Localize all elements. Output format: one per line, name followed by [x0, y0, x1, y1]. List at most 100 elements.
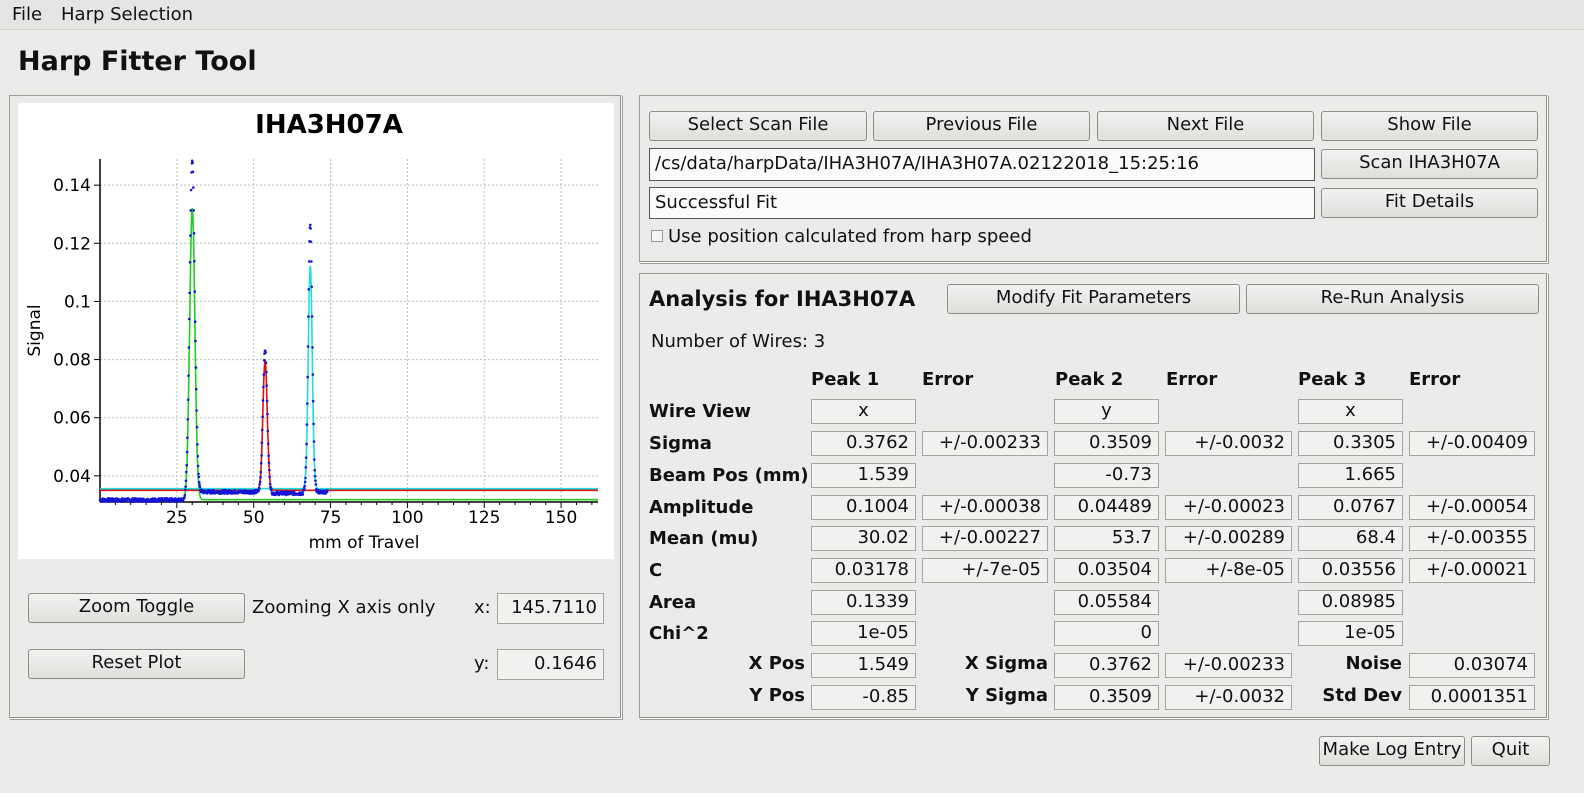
x-pos-label: X Pos	[748, 653, 805, 674]
fit-details-button[interactable]: Fit Details	[1321, 188, 1538, 218]
data-point	[258, 483, 261, 486]
std-dev-label: Std Dev	[1322, 685, 1402, 706]
scan-button[interactable]: Scan IHA3H07A	[1321, 149, 1538, 179]
value-cell: 0.08985	[1298, 590, 1403, 615]
select-scan-file-button[interactable]: Select Scan File	[649, 111, 867, 141]
data-point	[191, 170, 195, 174]
data-point	[196, 443, 199, 446]
data-point	[193, 290, 197, 293]
chart-title: IHA3H07A	[255, 110, 403, 140]
data-point	[303, 487, 306, 491]
data-point	[183, 493, 187, 497]
reset-plot-button[interactable]: Reset Plot	[28, 649, 245, 679]
x-sigma-label: X Sigma	[964, 653, 1048, 674]
data-point	[197, 480, 201, 484]
wire-count-label: Number of Wires: 3	[651, 331, 826, 352]
data-point	[191, 161, 194, 165]
row-label: Sigma	[649, 433, 712, 454]
data-point	[268, 468, 271, 472]
harp-chart[interactable]: IHA3H07A 25 50 75 100 125 150 0.04 0.06 0.08 0.1 0.…	[18, 103, 614, 559]
x-coord-label: x:	[474, 597, 491, 618]
data-point	[197, 472, 200, 476]
data-point	[185, 450, 189, 454]
data-point	[186, 436, 189, 440]
error-cell: +/-0.0032	[1165, 431, 1292, 456]
data-point	[195, 425, 199, 429]
data-point	[192, 209, 195, 212]
data-point	[267, 461, 271, 465]
data-point	[268, 475, 271, 479]
chart-area[interactable]: IHA3H07A 25 50 75 100 125 150 0.04 0.06 0.08 0.1 0.…	[18, 103, 614, 559]
data-point	[312, 422, 315, 426]
header-peak-3: Peak 3	[1298, 369, 1367, 390]
y-tick-label: 0.04	[53, 467, 91, 487]
previous-file-button[interactable]: Previous File	[873, 111, 1090, 141]
data-point	[313, 458, 316, 461]
value-cell: 53.7	[1054, 526, 1159, 551]
file-path-field[interactable]: /cs/data/harpData/IHA3H07A/IHA3H07A.0212…	[649, 148, 1315, 181]
data-point	[187, 346, 191, 349]
y-tick-label: 0.12	[53, 234, 91, 254]
data-point	[259, 461, 263, 465]
make-log-entry-button[interactable]: Make Log Entry	[1319, 736, 1465, 766]
modify-fit-parameters-button[interactable]: Modify Fit Parameters	[947, 284, 1240, 314]
data-point	[265, 370, 268, 374]
y-tick-label: 0.08	[53, 351, 91, 371]
row-label: Mean (mu)	[649, 528, 759, 549]
fit-curve	[100, 265, 598, 490]
data-point	[304, 476, 307, 480]
data-point	[189, 234, 192, 237]
data-point	[193, 320, 197, 323]
data-point	[264, 361, 268, 365]
value-cell: 0.1339	[811, 590, 916, 615]
data-point	[265, 399, 269, 403]
show-file-button[interactable]: Show File	[1321, 111, 1538, 141]
data-point	[258, 480, 262, 484]
data-point	[192, 232, 196, 235]
data-point	[187, 374, 190, 378]
quit-button[interactable]: Quit	[1471, 736, 1550, 766]
data-point	[306, 375, 310, 379]
x-sigma-value: 0.3762	[1054, 653, 1159, 678]
y-coord-value: 0.1646	[497, 649, 604, 680]
data-point	[262, 373, 266, 376]
fit-status-field: Successful Fit	[649, 187, 1315, 219]
data-point	[198, 485, 202, 489]
data-point	[262, 358, 266, 362]
data-point	[313, 475, 317, 478]
menu-file[interactable]: File	[12, 4, 42, 25]
data-point	[310, 315, 314, 318]
app-title: Harp Fitter Tool	[18, 46, 257, 77]
zoom-mode-label: Zooming X axis only	[252, 597, 436, 618]
data-point	[301, 493, 305, 496]
fit-curve	[100, 207, 598, 501]
value-cell: 0.05584	[1054, 590, 1159, 615]
menu-bar: File Harp Selection	[0, 0, 1584, 30]
data-point	[261, 428, 264, 432]
data-point	[258, 487, 261, 491]
data-point	[195, 409, 198, 412]
zoom-toggle-button[interactable]: Zoom Toggle	[28, 593, 245, 623]
data-point	[305, 442, 308, 446]
data-point	[303, 484, 307, 488]
data-point	[325, 490, 329, 493]
rerun-analysis-button[interactable]: Re-Run Analysis	[1246, 284, 1539, 314]
data-point	[313, 469, 317, 472]
value-cell: x	[1298, 399, 1403, 424]
next-file-button[interactable]: Next File	[1097, 111, 1314, 141]
row-label: Amplitude	[649, 497, 754, 518]
x-axis-label: mm of Travel	[309, 533, 420, 553]
data-point	[196, 454, 200, 458]
data-point	[194, 366, 198, 369]
data-point	[267, 454, 270, 458]
data-point	[260, 454, 263, 457]
noise-value: 0.03074	[1409, 653, 1535, 678]
y-pos-value: -0.85	[811, 685, 916, 710]
data-point	[197, 475, 201, 479]
row-label: Beam Pos (mm)	[649, 465, 809, 486]
data-point	[311, 399, 315, 403]
menu-harp-selection[interactable]: Harp Selection	[61, 4, 193, 25]
use-position-checkbox[interactable]	[651, 230, 663, 242]
data-point	[193, 260, 196, 263]
data-point	[189, 209, 192, 212]
